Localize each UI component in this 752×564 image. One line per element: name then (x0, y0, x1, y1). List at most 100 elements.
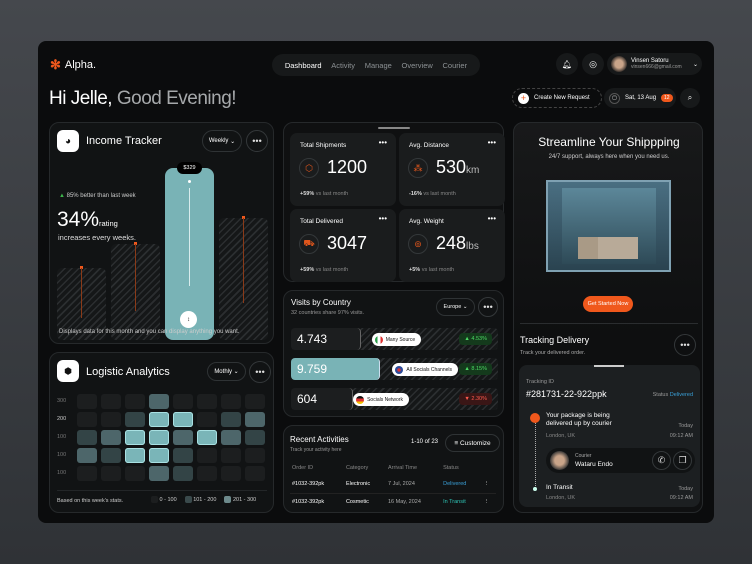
visit-row[interactable]: 604 Socials Network ▼ 2.30% (291, 388, 498, 410)
row-menu-icon[interactable]: ⋮ (482, 493, 496, 510)
nav-manage[interactable]: Manage (365, 61, 392, 70)
heatmap-cell[interactable] (173, 466, 193, 481)
heatmap-cell[interactable] (173, 430, 193, 445)
visit-bar: 4.743 (291, 328, 362, 350)
heatmap-cell[interactable] (197, 466, 217, 481)
more-button[interactable]: ••• (249, 361, 271, 383)
date-picker[interactable]: ▢ Sat, 13 Aug 12 (604, 88, 676, 108)
heatmap-cell[interactable] (77, 466, 97, 481)
promo-title: Streamline Your Shippping (538, 135, 680, 149)
card-title: Visits by Country (291, 298, 351, 307)
chat-button[interactable]: ❐ (673, 451, 692, 470)
heatmap-cell[interactable] (245, 394, 265, 409)
stat-change: -16% vs last month (409, 191, 456, 197)
stat-change: +59% vs last month (300, 267, 349, 273)
table-row[interactable]: #1032-392pk Cosmetic 16 May, 2024 In Transi… (290, 493, 496, 510)
more-button[interactable]: ••• (488, 214, 496, 223)
income-bar[interactable] (111, 241, 160, 340)
user-menu[interactable]: Vinsen Satoru vinsen666@gmail.com ⌄ (607, 53, 702, 75)
heatmap-cell[interactable] (149, 448, 169, 463)
arrow-up-icon: ▲ (59, 193, 65, 199)
heatmap-cell[interactable] (221, 466, 241, 481)
slider-handle[interactable]: ↕ (180, 311, 197, 328)
heatmap-cell[interactable] (101, 466, 121, 481)
heatmap-cell[interactable] (149, 394, 169, 409)
drag-handle[interactable] (378, 127, 410, 129)
period-dropdown[interactable]: Weekly ⌄ (202, 130, 242, 152)
more-button[interactable]: ••• (379, 214, 387, 223)
heatmap-cell[interactable] (125, 394, 145, 409)
visit-row[interactable]: 9.759 All Socials Channels ▲ 8.15% (291, 358, 498, 380)
activities-table: Order ID Category Arrival Time Status #1032… (290, 459, 496, 510)
heatmap-cell[interactable] (197, 430, 217, 445)
promo-subtitle: 24/7 support, always here when you need … (548, 154, 670, 160)
y-label: 100 (57, 470, 67, 476)
pagination-range: 1-10 of 23 (411, 439, 439, 445)
get-started-button[interactable]: Get Started Now (583, 296, 633, 312)
more-button[interactable]: ••• (488, 138, 496, 147)
heatmap-cell[interactable] (197, 412, 217, 427)
heatmap-cell[interactable] (125, 430, 145, 445)
heatmap-cell[interactable] (101, 394, 121, 409)
settings-button[interactable]: ◎ (582, 53, 604, 75)
heatmap-cell[interactable] (149, 412, 169, 427)
heatmap-cell[interactable] (125, 466, 145, 481)
period-dropdown[interactable]: Mothly ⌄ (207, 362, 246, 381)
row-menu-icon[interactable]: ⋮ (482, 476, 496, 493)
heatmap-cell[interactable] (245, 412, 265, 427)
nav-courier[interactable]: Courier (443, 61, 468, 70)
heatmap-cell[interactable] (125, 448, 145, 463)
nav-dashboard[interactable]: Dashboard (285, 61, 322, 70)
more-button[interactable]: ••• (379, 138, 387, 147)
heatmap-cell[interactable] (101, 430, 121, 445)
more-button[interactable]: ••• (246, 130, 268, 152)
step-place: London, UK (546, 433, 576, 439)
heatmap-cell[interactable] (101, 412, 121, 427)
nav-activity[interactable]: Activity (331, 61, 355, 70)
cube-icon: ⬢ (57, 360, 79, 382)
timeline-dot (533, 487, 537, 491)
heatmap-cell[interactable] (149, 430, 169, 445)
heatmap-cell[interactable] (197, 394, 217, 409)
heatmap-cell[interactable] (173, 412, 193, 427)
search-button[interactable]: ⌕ (680, 88, 700, 108)
region-dropdown[interactable]: Europe ⌄ (436, 298, 475, 316)
heatmap-cell[interactable] (77, 448, 97, 463)
visit-row[interactable]: 4.743 Many Source ▲ 4.53% (291, 328, 498, 350)
table-row[interactable]: #1032-392pk Electronic 7 Jul, 2024 Delivere… (290, 476, 496, 493)
y-label: 300 (57, 398, 67, 404)
logo[interactable]: ✻ Alpha. (50, 57, 96, 73)
heatmap-cell[interactable] (77, 430, 97, 445)
heatmap-cell[interactable] (197, 448, 217, 463)
more-button[interactable]: ••• (674, 334, 696, 356)
y-label: 100 (57, 434, 67, 440)
heatmap-cell[interactable] (221, 412, 241, 427)
visits-by-country-card: Visits by Country 32 countries share 97%… (283, 290, 504, 417)
change-badge: ▲ 4.53% (459, 333, 492, 345)
heatmap-cell[interactable] (221, 430, 241, 445)
heatmap-cell[interactable] (221, 448, 241, 463)
create-request-button[interactable]: + Create New Request (512, 88, 602, 108)
heatmap-cell[interactable] (77, 412, 97, 427)
phone-icon: ✆ (657, 455, 666, 465)
heatmap-cell[interactable] (173, 448, 193, 463)
heatmap-cell[interactable] (245, 448, 265, 463)
heatmap-cell[interactable] (125, 412, 145, 427)
heatmap-cell[interactable] (149, 466, 169, 481)
heatmap-cell[interactable] (77, 394, 97, 409)
courier-label: Courier (575, 453, 592, 459)
heatmap-cell[interactable] (101, 448, 121, 463)
call-button[interactable]: ✆ (652, 451, 671, 470)
more-button[interactable]: ••• (478, 297, 498, 317)
tracking-subtitle: Track your delivered order. (520, 350, 586, 356)
income-bar[interactable]: $329 ↕ (165, 162, 214, 340)
notification-button[interactable]: 🔔︎ (556, 53, 578, 75)
heatmap-cell[interactable] (221, 394, 241, 409)
stat-card: Total Delivered ••• ⛟ 3047 +59% vs last mont… (290, 209, 396, 282)
heatmap-cell[interactable] (245, 466, 265, 481)
customize-button[interactable]: ≡ Customize (445, 434, 500, 452)
nav-overview[interactable]: Overview (402, 61, 433, 70)
income-bar[interactable] (219, 215, 268, 340)
heatmap-cell[interactable] (245, 430, 265, 445)
heatmap-cell[interactable] (173, 394, 193, 409)
